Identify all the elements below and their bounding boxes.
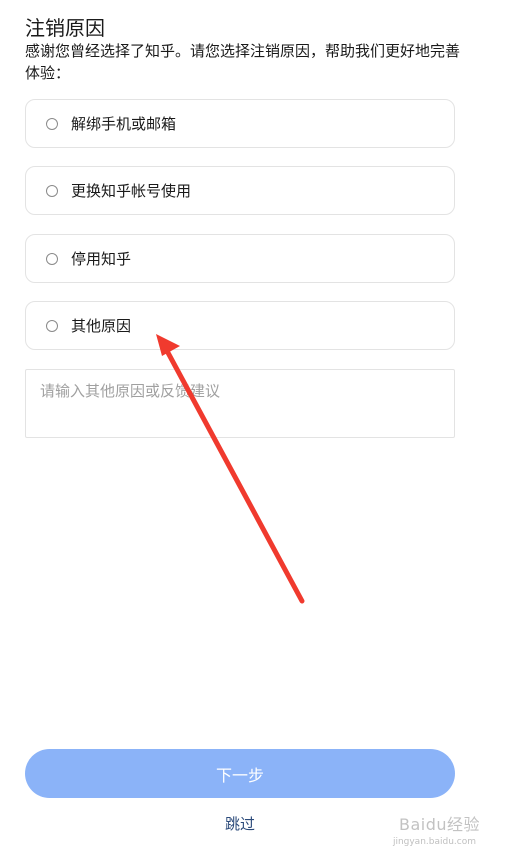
account-cancel-reason-page: 注销原因 感谢您曾经选择了知乎。请您选择注销原因，帮助我们更好地完善体验： 解绑…: [0, 0, 506, 853]
reason-option-label: 其他原因: [71, 317, 132, 335]
feedback-input[interactable]: [25, 369, 455, 438]
reason-option-stop-using[interactable]: 停用知乎: [25, 234, 455, 283]
page-title: 注销原因: [25, 16, 105, 40]
radio-circle-icon[interactable]: [46, 252, 58, 265]
radio-circle-icon[interactable]: [46, 184, 58, 197]
radio-circle-icon[interactable]: [46, 117, 58, 130]
reason-option-switch-account[interactable]: 更换知乎帐号使用: [25, 166, 455, 215]
baidu-watermark-url: jingyan.baidu.com: [392, 837, 476, 847]
reason-option-other[interactable]: 其他原因: [25, 301, 455, 350]
radio-circle-icon[interactable]: [46, 319, 58, 332]
next-step-button[interactable]: 下一步: [25, 749, 455, 798]
reason-option-label: 更换知乎帐号使用: [71, 182, 192, 200]
baidu-watermark-logo: Baidu经验: [398, 815, 480, 834]
reason-option-unbind[interactable]: 解绑手机或邮箱: [25, 99, 455, 148]
reason-option-label: 解绑手机或邮箱: [71, 115, 177, 133]
reason-option-label: 停用知乎: [71, 250, 132, 268]
page-subtitle: 感谢您曾经选择了知乎。请您选择注销原因，帮助我们更好地完善体验：: [25, 42, 461, 82]
